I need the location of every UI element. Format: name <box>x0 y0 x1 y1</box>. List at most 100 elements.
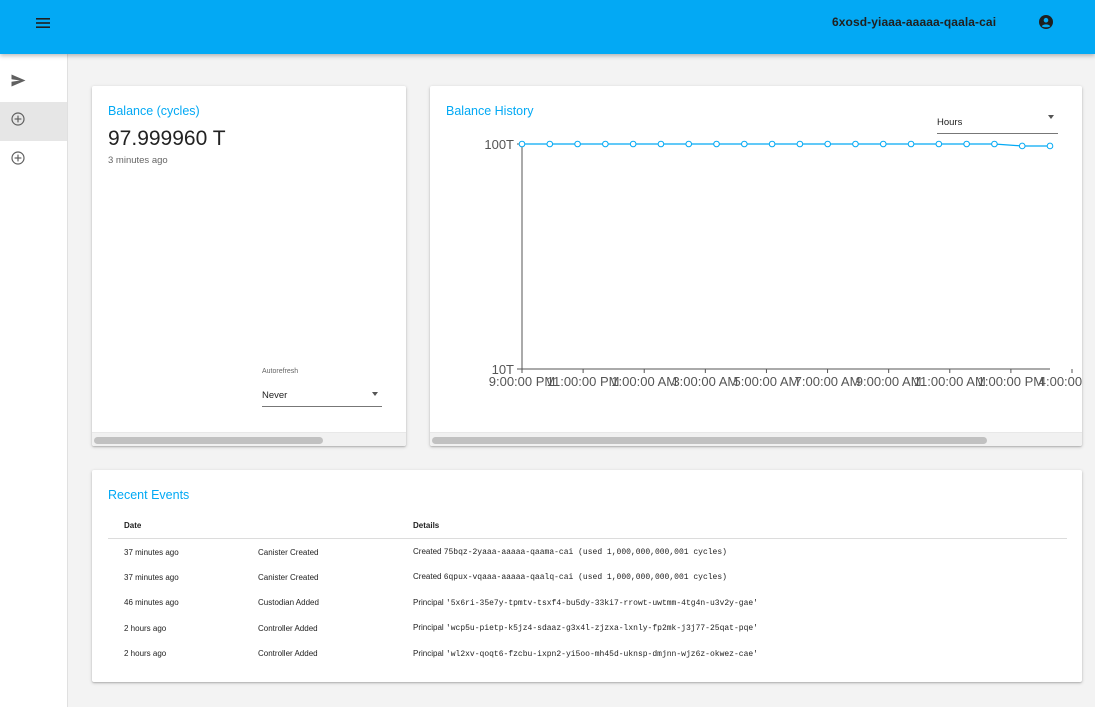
table-row: 37 minutes ago Canister Created Created 75… <box>108 538 1067 564</box>
data-point <box>879 140 887 148</box>
data-point <box>1046 142 1054 150</box>
event-details-prefix: Principal <box>413 648 444 658</box>
event-kind: Custodian Added <box>258 589 413 615</box>
x-tick-label: 11:00:00 AM <box>914 374 986 389</box>
event-details: Created 6qpux-vqaaa-aaaaa-qaalq-cai (use… <box>413 564 1067 590</box>
event-kind-text: Canister Created <box>258 547 319 557</box>
horizontal-scrollbar[interactable] <box>430 432 1082 446</box>
event-date: 46 minutes ago <box>108 589 258 615</box>
column-header-kind <box>258 514 413 539</box>
balance-updated: 3 minutes ago <box>108 155 168 166</box>
send-icon <box>11 74 26 92</box>
data-point <box>824 140 831 148</box>
x-tick-label: 5:00:00 AM <box>734 374 800 389</box>
data-point <box>602 140 609 148</box>
event-details: Created 75bqz-2yaaa-aaaaa-qaama-cai (use… <box>413 538 1067 564</box>
event-details-prefix: Principal <box>413 623 444 633</box>
account-circle-icon[interactable] <box>1036 12 1056 32</box>
event-details-value: 'wcp5u-pietp-k5jz4-sdaaz-g3x4l-zjzxa-lxn… <box>445 624 758 634</box>
series-line <box>522 143 1050 147</box>
data-point <box>796 140 804 148</box>
data-point <box>741 140 748 148</box>
sidebar-item-send[interactable] <box>0 63 67 102</box>
scrollbar-thumb[interactable] <box>432 437 987 444</box>
data-point <box>991 140 998 148</box>
event-details-prefix: Created <box>413 547 442 556</box>
events-title: Recent Events <box>108 488 190 502</box>
event-kind: Controller Added <box>258 615 413 641</box>
column-header-date: Date <box>108 514 258 539</box>
table-row: 37 minutes ago Canister Created Created 6q… <box>108 564 1067 590</box>
balance-title: Balance (cycles) <box>108 104 200 118</box>
event-details-value: 75bqz-2yaaa-aaaaa-qaama-cai (used 1,000,… <box>443 548 727 557</box>
balance-card: Balance (cycles) 97.999960 T 3 minutes a… <box>92 86 406 446</box>
column-header-details: Details <box>413 514 1067 539</box>
data-point <box>629 140 637 148</box>
event-details: Principal 'wcp5u-pietp-k5jz4-sdaaz-g3x4l… <box>413 615 1067 641</box>
data-point <box>768 140 776 148</box>
data-point <box>907 140 915 148</box>
x-tick-label: 9:00:00 AM <box>856 374 922 389</box>
data-point <box>1018 142 1026 150</box>
recent-events-card: Recent Events Date Details 37 minutes ag… <box>92 470 1082 682</box>
x-tick-label: 4:00:00 PM <box>1039 374 1082 389</box>
x-tick-label: 1:00:00 PM <box>978 374 1045 389</box>
principal-id: 6xosd-yiaaa-aaaaa-qaala-cai <box>832 15 997 29</box>
balance-value: 97.999960 T <box>108 127 226 150</box>
y-tick-label: 100T <box>484 137 514 152</box>
event-details-prefix: Principal <box>413 597 444 607</box>
table-row: 2 hours ago Controller Added Principal 'wc… <box>108 615 1067 641</box>
balance-history-chart: 100T10T9:00:00 PM11:00:00 PM1:00:00 AM3:… <box>484 137 1082 389</box>
event-kind-text: Controller Added <box>258 649 318 659</box>
add-circle-icon <box>11 151 25 170</box>
autorefresh-label: Autorefresh <box>262 368 299 375</box>
table-row: 46 minutes ago Custodian Added Principal '… <box>108 589 1067 615</box>
data-point <box>546 140 554 148</box>
event-details-value: 'wl2xv-qoqt6-fzcbu-ixpn2-yi5oo-mh45d-ukn… <box>445 649 758 659</box>
data-point <box>713 140 720 148</box>
horizontal-scrollbar[interactable] <box>92 432 406 446</box>
data-point <box>935 140 943 148</box>
sidebar <box>0 54 68 707</box>
event-details: Principal 'wl2xv-qoqt6-fzcbu-ixpn2-yi5oo… <box>413 640 1067 666</box>
event-details: Principal '5x6ri-35e7y-tpmtv-tsxf4-bu5dy… <box>413 589 1067 615</box>
event-kind: Canister Created <box>258 538 413 564</box>
add-circle-icon <box>11 112 25 131</box>
events-table: Date Details 37 minutes ago Canister Crea… <box>108 514 1067 666</box>
table-row: 2 hours ago Controller Added Principal 'wl… <box>108 640 1067 666</box>
data-point <box>518 140 526 148</box>
app-bar: 6xosd-yiaaa-aaaaa-qaala-cai <box>0 0 1095 54</box>
event-kind-text: Controller Added <box>258 623 318 633</box>
chevron-down-icon <box>372 392 378 396</box>
scrollbar-thumb[interactable] <box>94 437 323 444</box>
balance-history-card: Balance History Hours 100T 10T 9:00:00 PM 1… <box>430 86 1082 446</box>
event-kind-text: Custodian Added <box>258 598 319 608</box>
event-date: 2 hours ago <box>108 640 258 666</box>
event-date: 37 minutes ago <box>108 538 258 564</box>
event-date-text: 37 minutes ago <box>124 572 179 582</box>
event-date-text: 2 hours ago <box>124 649 167 659</box>
data-point <box>574 140 581 148</box>
x-tick-label: 9:00:00 PM <box>489 374 556 389</box>
sidebar-item-canisters[interactable] <box>0 102 67 141</box>
autorefresh-select[interactable]: Never <box>262 380 382 407</box>
menu-icon[interactable] <box>30 10 56 36</box>
table-header-row: Date Details <box>108 514 1067 539</box>
data-point <box>852 140 859 148</box>
event-details-value: 6qpux-vqaaa-aaaaa-qaalq-cai (used 1,000,… <box>443 573 727 583</box>
x-tick-label: 1:00:00 AM <box>611 374 677 389</box>
event-date-text: 37 minutes ago <box>124 547 179 557</box>
event-details-value: '5x6ri-35e7y-tpmtv-tsxf4-bu5dy-33ki7-rro… <box>445 598 758 608</box>
data-point <box>963 140 970 148</box>
x-tick-label: 7:00:00 AM <box>795 374 861 389</box>
event-date-text: 2 hours ago <box>124 623 167 633</box>
event-date: 2 hours ago <box>108 615 258 641</box>
event-kind: Canister Created <box>258 564 413 590</box>
event-date-text: 46 minutes ago <box>124 598 179 608</box>
event-kind: Controller Added <box>258 640 413 666</box>
sidebar-item-create[interactable] <box>0 141 67 180</box>
x-tick-label: 11:00:00 PM <box>547 374 620 389</box>
data-point <box>657 140 665 148</box>
event-details-prefix: Created <box>413 572 442 582</box>
x-tick-label: 3:00:00 AM <box>672 374 738 389</box>
